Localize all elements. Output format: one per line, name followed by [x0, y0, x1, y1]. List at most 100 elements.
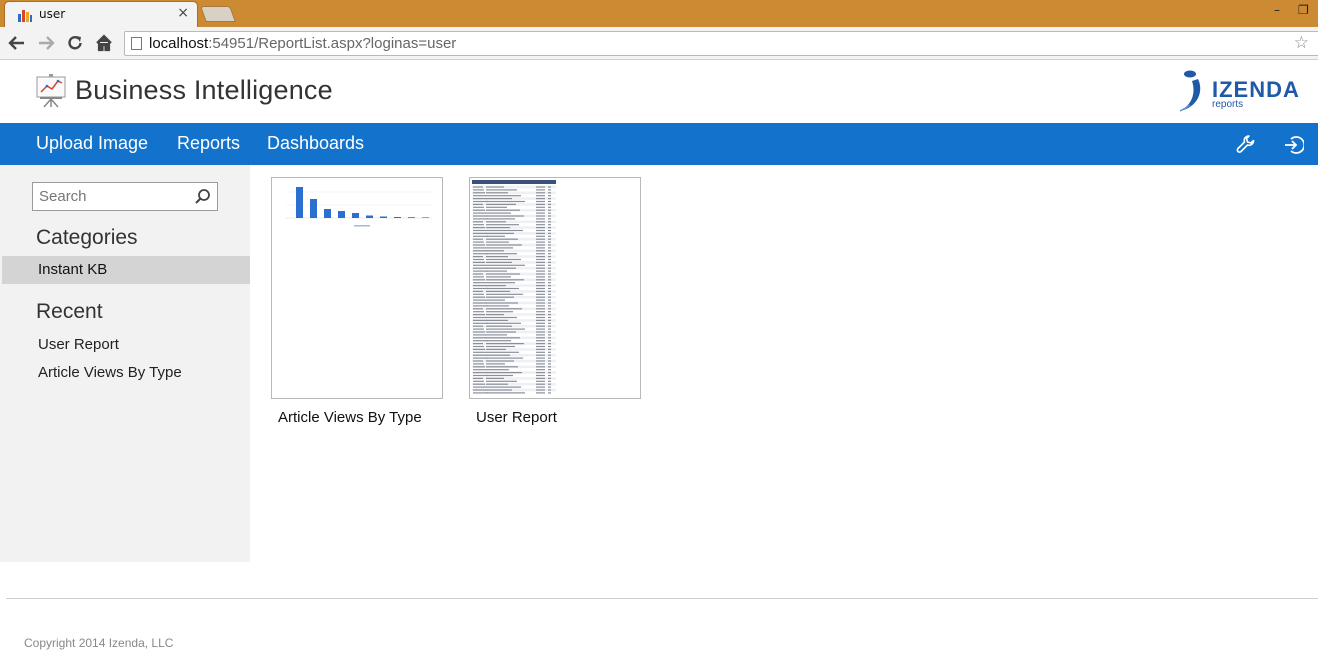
footer-copyright: Copyright 2014 Izenda, LLC — [24, 636, 174, 650]
sign-in-icon[interactable] — [1284, 135, 1304, 155]
thumb-table-cell — [486, 328, 525, 330]
new-tab-button[interactable] — [200, 6, 236, 22]
thumb-table-cell — [536, 198, 545, 200]
thumb-table-cell — [536, 273, 545, 275]
thumb-table-cell — [548, 299, 551, 301]
thumb-table-cell — [486, 366, 518, 368]
thumb-table-cell — [548, 258, 551, 261]
thumb-table-cell — [486, 386, 521, 388]
thumb-table-cell — [548, 244, 551, 246]
thumb-table-cell — [473, 244, 485, 246]
thumb-table-cell — [473, 363, 484, 365]
thumb-table-cell — [536, 302, 545, 304]
restore-icon[interactable]: ❐ — [1298, 3, 1309, 17]
thumb-table-cell — [486, 258, 521, 261]
thumb-table-cell — [473, 293, 484, 295]
thumb-table-cell — [548, 253, 551, 255]
url-text[interactable]: localhost:54951/ReportList.aspx?loginas=… — [149, 35, 456, 52]
thumb-table-cell — [473, 189, 484, 191]
forward-arrow-icon[interactable] — [37, 35, 55, 51]
thumb-table-cell — [473, 351, 486, 353]
report-label-user-report[interactable]: User Report — [476, 409, 557, 426]
reload-icon[interactable] — [66, 34, 84, 52]
thumb-table-cell — [486, 227, 510, 229]
thumb-table-cell — [548, 264, 551, 266]
thumb-table-cell — [536, 380, 545, 382]
thumb-table-cell — [548, 334, 551, 336]
thumb-table-cell — [548, 337, 551, 339]
thumb-table-cell — [486, 238, 518, 240]
footer-divider — [6, 598, 1318, 599]
thumb-table-cell — [536, 325, 545, 327]
thumb-table-cell — [548, 238, 551, 240]
thumb-table-cell — [536, 305, 545, 307]
category-item-instant-kb[interactable]: Instant KB — [2, 256, 250, 284]
thumb-table-cell — [548, 203, 551, 205]
search-icon[interactable] — [194, 188, 211, 205]
minimize-icon[interactable]: – — [1274, 3, 1280, 17]
thumb-table-cell — [486, 250, 504, 252]
thumb-table-cell — [473, 253, 488, 255]
izenda-logo: IZENDA reports — [1172, 69, 1318, 115]
thumb-table-cell — [536, 357, 545, 359]
thumb-table-cell — [536, 354, 545, 356]
thumb-table-cell — [536, 366, 545, 368]
back-arrow-icon[interactable] — [8, 35, 26, 51]
thumb-bar — [408, 217, 415, 218]
thumb-table-cell — [486, 314, 504, 316]
thumb-bar — [352, 213, 359, 218]
thumb-table-cell — [536, 285, 545, 287]
home-icon[interactable] — [95, 34, 113, 52]
wrench-icon[interactable] — [1236, 134, 1256, 154]
thumb-table-cell — [536, 192, 545, 194]
bookmark-star-icon[interactable]: ☆ — [1294, 33, 1309, 53]
report-thumbnail-user-report[interactable] — [469, 177, 641, 399]
thumb-table-cell — [548, 241, 551, 243]
browser-tab-title: user — [39, 7, 66, 21]
thumb-bar — [366, 215, 373, 218]
thumb-table-cell — [486, 232, 514, 234]
thumb-table-cell — [536, 316, 545, 319]
thumb-table-cell — [473, 270, 488, 272]
thumb-bar — [324, 209, 331, 218]
thumb-table-cell — [486, 276, 511, 278]
nav-reports[interactable]: Reports — [177, 133, 240, 154]
thumb-table-cell — [486, 354, 510, 356]
recent-item-user-report[interactable]: User Report — [38, 336, 119, 353]
thumb-table-cell — [548, 322, 551, 324]
thumb-table-cell — [548, 279, 551, 281]
thumb-table-cell — [548, 270, 551, 272]
address-bar[interactable]: localhost:54951/ReportList.aspx?loginas=… — [124, 31, 1318, 56]
thumb-table-cell — [473, 340, 488, 342]
thumb-table-cell — [473, 247, 486, 249]
thumb-table-cell — [486, 198, 512, 200]
close-tab-icon[interactable]: × — [177, 5, 189, 21]
thumb-table-cell — [486, 308, 522, 310]
thumb-table-cell — [536, 290, 545, 292]
thumb-table-cell — [473, 325, 483, 327]
thumb-table-cell — [486, 224, 519, 226]
report-label-article-views-by-type[interactable]: Article Views By Type — [278, 409, 422, 426]
thumb-table-cell — [473, 319, 487, 321]
app-header: Business Intelligence IZENDA reports — [0, 61, 1318, 123]
thumb-table-cell — [548, 195, 551, 197]
thumb-table-cell — [473, 287, 488, 290]
search-input[interactable] — [33, 183, 193, 210]
report-thumbnail-article-views-by-type[interactable] — [271, 177, 443, 399]
thumb-table-cell — [548, 206, 551, 208]
thumb-table-cell — [486, 212, 511, 214]
nav-dashboards[interactable]: Dashboards — [267, 133, 364, 154]
thumb-table-cell — [536, 386, 545, 388]
browser-tab[interactable]: user × — [4, 1, 198, 27]
table-thumbnail — [472, 180, 556, 394]
thumb-table-cell — [548, 293, 551, 295]
thumb-table-cell — [473, 206, 484, 208]
thumb-table-cell — [473, 221, 483, 223]
thumb-table-cell — [486, 383, 508, 385]
recent-item-article-views-by-type[interactable]: Article Views By Type — [38, 364, 182, 381]
thumb-table-cell — [548, 302, 551, 304]
thumb-table-cell — [486, 244, 522, 246]
nav-upload-image[interactable]: Upload Image — [36, 133, 148, 154]
thumb-table-cell — [486, 282, 515, 284]
thumb-table-cell — [486, 293, 523, 295]
